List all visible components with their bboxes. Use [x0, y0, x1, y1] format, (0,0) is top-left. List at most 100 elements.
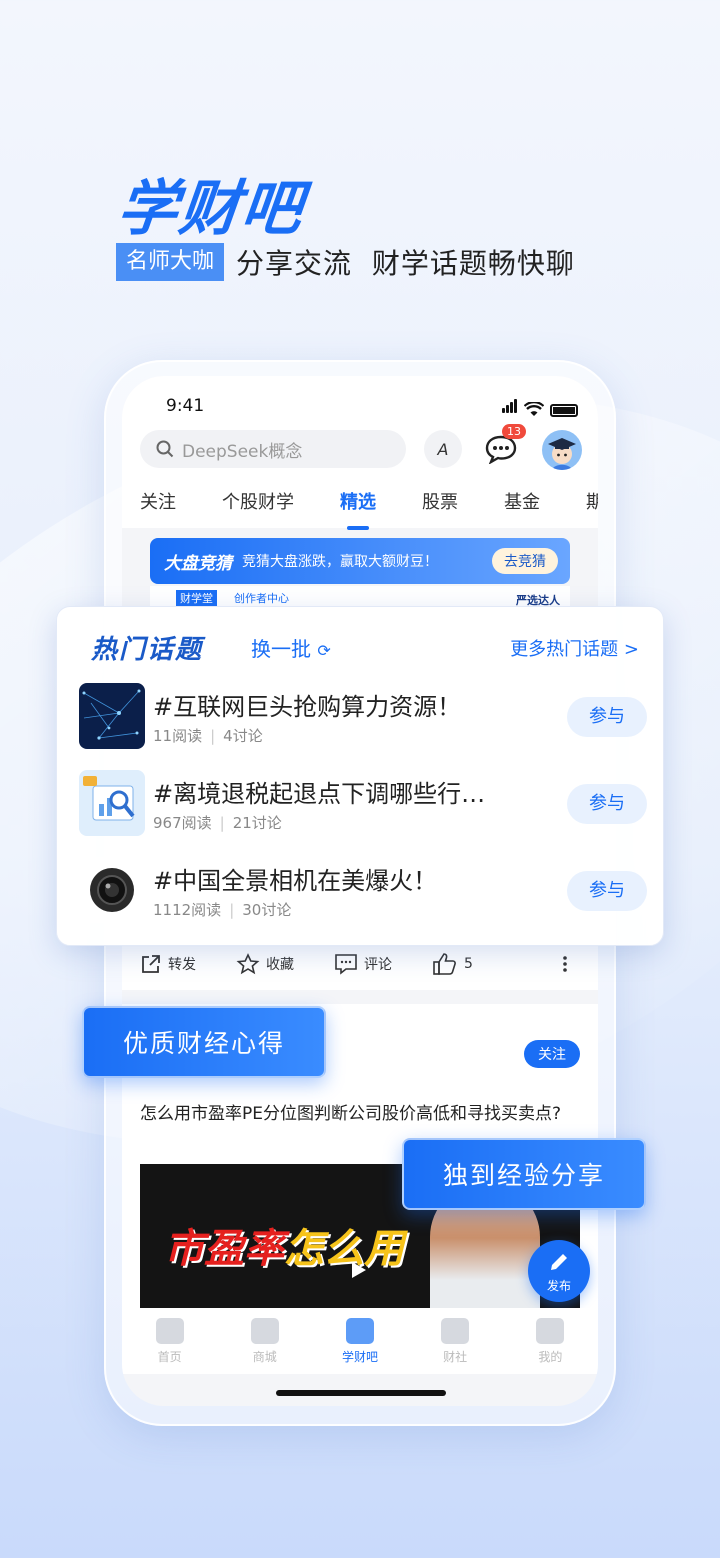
join-button[interactable]: 参与 — [567, 784, 647, 824]
topic-title[interactable]: #离境退税起退点下调哪些行… — [153, 774, 485, 809]
strip-center[interactable]: 创作者中心 — [234, 590, 289, 606]
hot-topics-card: 热门话题 换一批 ⟳ 更多热门话题 > #互联网巨头抢购算力资源！ 11阅读 | 4讨… — [56, 606, 664, 946]
nav-item-4[interactable]: 我的 — [520, 1317, 580, 1365]
topic-reads: 967阅读 — [153, 814, 212, 832]
tab-4[interactable]: 基金 — [504, 488, 540, 514]
join-button[interactable]: 参与 — [567, 697, 647, 737]
topic-meta: 1112阅读 | 30讨论 — [153, 899, 291, 920]
status-icons — [502, 398, 578, 417]
graduation-cap-icon — [345, 1317, 374, 1344]
nav-label: 我的 — [538, 1349, 563, 1364]
comment-action[interactable]: 评论 — [334, 953, 392, 975]
nav-label: 商城 — [252, 1349, 277, 1364]
camera-thumb — [79, 857, 145, 923]
hot-topic-item[interactable]: #离境退税起退点下调哪些行… 967阅读 | 21讨论 参与 — [79, 770, 649, 836]
search-icon — [156, 440, 174, 458]
graduate-avatar-icon — [548, 438, 576, 470]
promo-subline: 名师大咖 分享交流 财学话题畅快聊 — [116, 242, 575, 282]
tab-2[interactable]: 精选 — [340, 488, 376, 530]
video-caption-a: 市盈率 — [164, 1226, 284, 1272]
promo-tag: 名师大咖 — [116, 243, 225, 281]
meta-divider: | — [229, 901, 235, 919]
topic-meta: 11阅读 | 4讨论 — [153, 725, 263, 746]
tab-1[interactable]: 个股财学 — [222, 488, 294, 514]
video-caption-b: 怎么用 — [284, 1226, 404, 1272]
pencil-icon — [551, 1254, 567, 1270]
status-bar: 9:41 — [122, 376, 598, 422]
share-action[interactable]: 转发 — [140, 953, 196, 975]
thumbs-up-icon — [433, 953, 456, 975]
banner-title: 大盘竞猜 — [164, 553, 232, 574]
search-input[interactable]: DeepSeek概念 — [140, 430, 406, 468]
post-title[interactable]: 怎么用市盈率PE分位图判断公司股价高低和寻找买卖点? — [140, 1098, 580, 1130]
comment-label: 评论 — [364, 957, 392, 973]
user-icon — [536, 1317, 565, 1344]
tab-5[interactable]: 期 — [586, 488, 598, 514]
bottom-nav: 首页 商城 学财吧 财社 我的 — [122, 1308, 598, 1374]
hot-topic-item[interactable]: #互联网巨头抢购算力资源！ 11阅读 | 4讨论 参与 — [79, 683, 649, 749]
promo-headline: 学财吧 — [113, 174, 308, 244]
category-tabs: 关注 个股财学 精选 股票 基金 期 — [122, 474, 598, 530]
nav-item-3[interactable]: 财社 — [425, 1317, 485, 1365]
follow-button[interactable]: 关注 — [524, 1040, 580, 1068]
topic-comments: 4讨论 — [223, 727, 263, 745]
hot-topics-title: 热门话题 — [91, 635, 204, 665]
avatar[interactable] — [542, 430, 582, 470]
topic-comments: 30讨论 — [242, 901, 292, 919]
battery-icon — [550, 404, 578, 417]
status-time: 9:41 — [166, 396, 205, 416]
font-size-button[interactable]: A — [424, 430, 462, 468]
more-vertical-icon[interactable] — [562, 955, 568, 973]
experience-share-pill: 独到经验分享 — [402, 1138, 646, 1210]
promo-subtext: 分享交流 财学话题畅快聊 — [236, 247, 575, 280]
wifi-icon — [524, 402, 544, 416]
nav-item-2[interactable]: 学财吧 — [330, 1317, 390, 1365]
topic-title[interactable]: #中国全景相机在美爆火！ — [153, 861, 437, 896]
hot-topic-item[interactable]: #中国全景相机在美爆火！ 1112阅读 | 30讨论 参与 — [79, 857, 649, 923]
nav-label: 学财吧 — [341, 1349, 378, 1364]
topic-comments: 21讨论 — [232, 814, 282, 832]
strip-left[interactable]: 财学堂 — [176, 590, 217, 606]
favorite-action[interactable]: 收藏 — [236, 953, 294, 975]
network-thumb — [79, 683, 145, 749]
share-label: 转发 — [168, 957, 196, 973]
like-action[interactable]: 5 — [432, 952, 473, 976]
meta-divider: | — [210, 727, 216, 745]
chart-thumb — [79, 770, 145, 836]
more-topics-link[interactable]: 更多热门话题 > — [510, 635, 639, 661]
banner-button[interactable]: 去竞猜 — [492, 548, 558, 574]
share-icon — [142, 955, 160, 973]
signal-icon — [502, 398, 518, 417]
topic-meta: 967阅读 | 21讨论 — [153, 812, 282, 833]
meta-divider: | — [219, 814, 225, 832]
refresh-button[interactable]: 换一批 ⟳ — [251, 633, 331, 662]
quality-insights-pill: 优质财经心得 — [82, 1006, 326, 1078]
publish-label: 发布 — [546, 1279, 571, 1293]
favorite-label: 收藏 — [266, 957, 294, 973]
like-count: 5 — [464, 956, 473, 972]
messages-badge: 13 — [502, 424, 526, 439]
nav-item-0[interactable]: 首页 — [140, 1317, 200, 1365]
home-indicator — [276, 1390, 446, 1396]
search-placeholder: DeepSeek概念 — [182, 441, 303, 462]
refresh-label: 换一批 — [251, 637, 311, 661]
top-bar: DeepSeek概念 A 13 — [122, 422, 598, 474]
topic-reads: 11阅读 — [153, 727, 203, 745]
nav-item-1[interactable]: 商城 — [235, 1317, 295, 1365]
chat-icon — [441, 1317, 470, 1344]
nav-label: 财社 — [443, 1349, 468, 1364]
messages-button[interactable]: 13 — [482, 424, 526, 468]
tab-0[interactable]: 关注 — [140, 488, 176, 514]
refresh-icon: ⟳ — [317, 641, 331, 660]
topic-title[interactable]: #互联网巨头抢购算力资源！ — [153, 687, 461, 722]
video-caption: 市盈率怎么用 — [164, 1216, 404, 1274]
comment-icon — [335, 954, 357, 975]
publish-button[interactable]: 发布 — [528, 1240, 590, 1302]
join-button[interactable]: 参与 — [567, 871, 647, 911]
guess-banner[interactable]: 大盘竞猜 竞猜大盘涨跌，赢取大额财豆！ 去竞猜 — [150, 538, 570, 584]
tab-3[interactable]: 股票 — [422, 488, 458, 514]
play-icon[interactable] — [352, 1262, 366, 1278]
font-size-icon: A — [437, 439, 449, 459]
topic-reads: 1112阅读 — [153, 901, 222, 919]
banner-subtitle: 竞猜大盘涨跌，赢取大额财豆！ — [242, 554, 438, 570]
